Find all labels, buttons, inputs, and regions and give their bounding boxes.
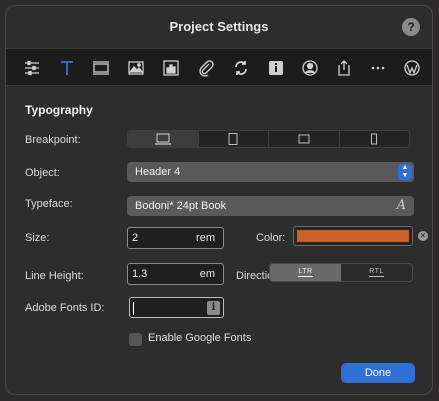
settings-toolbar xyxy=(6,48,432,86)
clear-color-icon[interactable]: × xyxy=(418,231,428,241)
desktop-icon xyxy=(154,133,171,145)
typeface-label: Typeface: xyxy=(25,198,73,210)
sliders-icon[interactable] xyxy=(22,58,42,78)
tablet-landscape-icon xyxy=(298,134,310,144)
project-settings-dialog: Project Settings ? Typography Breakpoint… xyxy=(5,5,433,395)
image-icon[interactable] xyxy=(126,58,146,78)
google-fonts-label[interactable]: Enable Google Fonts xyxy=(148,332,251,344)
color-swatch xyxy=(297,230,409,242)
paperclip-icon[interactable] xyxy=(196,58,216,78)
typography-panel: Typography Breakpoint: Object: Header 4 … xyxy=(6,86,432,394)
help-button[interactable]: ? xyxy=(402,18,420,36)
object-select[interactable]: Header 4 ▲ ▼ xyxy=(127,162,414,182)
user-icon[interactable] xyxy=(300,58,320,78)
breakpoint-desktop[interactable] xyxy=(128,131,199,147)
chart-icon[interactable] xyxy=(161,58,181,78)
color-well[interactable] xyxy=(293,226,413,246)
size-label: Size: xyxy=(25,232,50,244)
typeface-select[interactable]: Bodoni* 24pt Book A xyxy=(127,196,414,216)
line-height-value: 1.3 xyxy=(132,268,148,280)
info-icon[interactable]: i xyxy=(207,301,220,315)
breakpoint-mobile[interactable] xyxy=(340,131,410,147)
title-bar: Project Settings ? xyxy=(6,6,432,48)
font-picker-icon[interactable]: A xyxy=(397,196,406,216)
direction-selector: LTR RTL xyxy=(269,263,413,282)
direction-ltr[interactable]: LTR xyxy=(270,264,341,281)
breakpoint-tablet-landscape[interactable] xyxy=(269,131,340,147)
color-label: Color: xyxy=(256,232,286,244)
line-height-label: Line Height: xyxy=(25,270,84,282)
typography-icon[interactable] xyxy=(57,58,77,78)
tablet-portrait-icon xyxy=(228,133,238,145)
object-label: Object: xyxy=(25,167,60,179)
breakpoint-selector xyxy=(127,130,410,148)
info-icon[interactable] xyxy=(266,58,286,78)
size-input[interactable]: 2 rem xyxy=(127,227,224,249)
select-stepper-icon: ▲ ▼ xyxy=(398,164,412,180)
dialog-title: Project Settings xyxy=(169,19,269,34)
adobe-fonts-input[interactable]: i xyxy=(129,297,224,318)
section-title: Typography xyxy=(25,103,93,117)
object-value: Header 4 xyxy=(135,166,181,178)
sync-icon[interactable] xyxy=(231,58,251,78)
breakpoint-label: Breakpoint: xyxy=(25,134,81,146)
done-button[interactable]: Done xyxy=(341,363,415,383)
google-fonts-checkbox[interactable] xyxy=(129,333,142,346)
share-icon[interactable] xyxy=(334,58,354,78)
layout-icon[interactable] xyxy=(91,58,111,78)
more-icon[interactable] xyxy=(368,58,388,78)
size-unit: rem xyxy=(196,232,215,244)
wordpress-icon[interactable] xyxy=(402,58,422,78)
size-value: 2 xyxy=(132,232,139,244)
typeface-value: Bodoni* 24pt Book xyxy=(135,200,227,212)
text-caret xyxy=(133,302,134,315)
line-height-unit: em xyxy=(199,268,215,280)
line-height-input[interactable]: 1.3 em xyxy=(127,263,224,285)
adobe-fonts-label: Adobe Fonts ID: xyxy=(25,302,105,314)
direction-rtl[interactable]: RTL xyxy=(341,264,412,281)
mobile-icon xyxy=(371,133,378,145)
breakpoint-tablet-portrait[interactable] xyxy=(199,131,269,147)
